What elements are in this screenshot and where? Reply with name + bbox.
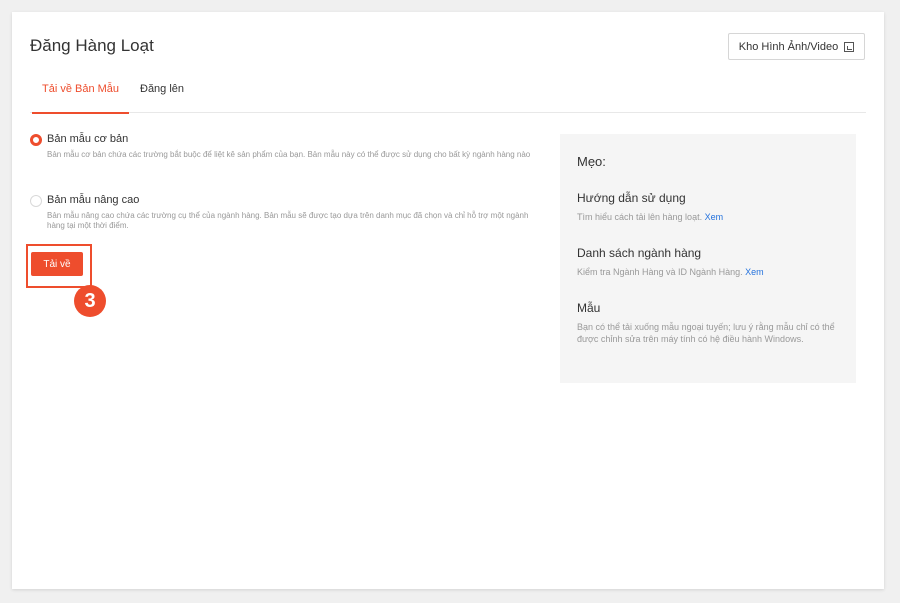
option-basic-title: Bản mẫu cơ bản xyxy=(47,133,129,145)
tip-user-guide-title: Hướng dẫn sử dụng xyxy=(577,191,686,205)
radio-basic-template[interactable] xyxy=(30,134,42,146)
tip-category-list-title: Danh sách ngành hàng xyxy=(577,246,702,260)
tip-user-guide-link[interactable]: Xem xyxy=(705,212,724,222)
tip-template: Mẫu Bạn có thể tải xuống mẫu ngoại tuyến… xyxy=(577,301,845,345)
tab-bar: Tải về Bản Mẫu Đăng lên xyxy=(30,80,866,114)
tip-user-guide: Hướng dẫn sử dụng Tìm hiểu cách tải lên … xyxy=(577,191,845,223)
radio-advanced-template[interactable] xyxy=(30,195,42,207)
tab-upload[interactable]: Đăng lên xyxy=(140,80,184,113)
tip-template-title: Mẫu xyxy=(577,301,601,315)
download-button[interactable]: Tải về xyxy=(31,252,83,276)
tip-category-list: Danh sách ngành hàng Kiểm tra Ngành Hàng… xyxy=(577,246,845,278)
tip-user-guide-text: Tìm hiểu cách tải lên hàng loạt. xyxy=(577,212,703,222)
page-title: Đăng Hàng Loạt xyxy=(30,36,154,55)
tips-panel: Mẹo: Hướng dẫn sử dụng Tìm hiểu cách tải… xyxy=(560,134,856,383)
step-badge: 3 xyxy=(74,285,106,317)
tips-title: Mẹo: xyxy=(577,154,606,169)
option-advanced-desc: Bản mẫu nâng cao chứa các trường cụ thể … xyxy=(47,211,529,230)
tip-template-desc: Bạn có thể tải xuống mẫu ngoại tuyến; lư… xyxy=(577,322,835,344)
option-advanced-title: Bản mẫu nâng cao xyxy=(47,194,140,206)
option-basic-desc: Bản mẫu cơ bản chứa các trường bắt buộc … xyxy=(47,150,531,159)
tab-download-template[interactable]: Tải về Bản Mẫu xyxy=(31,80,130,114)
media-library-button[interactable]: Kho Hình Ảnh/Video xyxy=(728,33,865,60)
tip-category-list-desc: Kiểm tra Ngành Hàng và ID Ngành Hàng. Xe… xyxy=(577,266,845,278)
tip-category-list-text: Kiểm tra Ngành Hàng và ID Ngành Hàng. xyxy=(577,267,743,277)
main-panel: Đăng Hàng Loạt Kho Hình Ảnh/Video Tải về… xyxy=(12,12,884,589)
image-gallery-icon xyxy=(844,41,855,52)
tip-user-guide-desc: Tìm hiểu cách tải lên hàng loạt. Xem xyxy=(577,211,845,223)
tip-category-list-link[interactable]: Xem xyxy=(745,267,764,277)
media-library-button-label: Kho Hình Ảnh/Video xyxy=(738,40,839,53)
